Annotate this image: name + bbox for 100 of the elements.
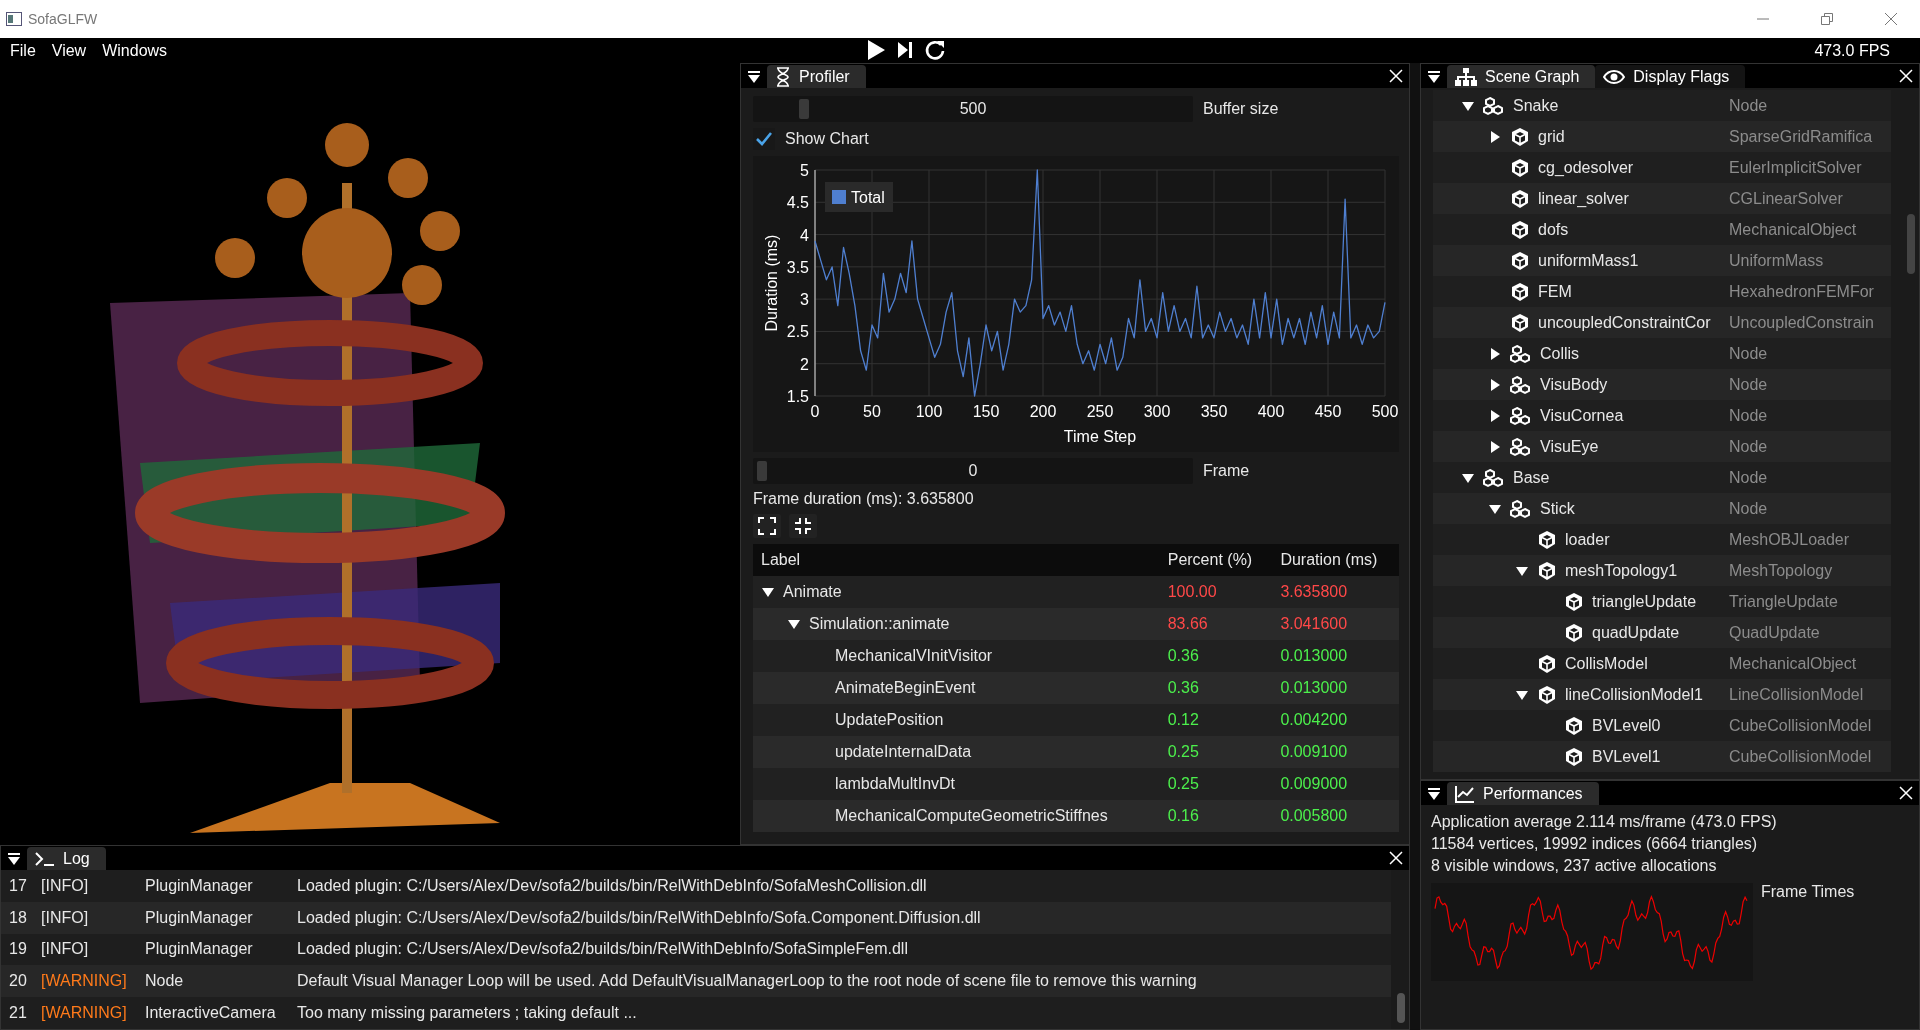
profiler-label[interactable]: Animate <box>783 583 842 601</box>
restore-icon[interactable] <box>1821 13 1833 25</box>
panel-tab[interactable]: Performances <box>1447 782 1599 805</box>
collapsed-caret-icon[interactable] <box>1488 439 1502 454</box>
log-source: PluginManager <box>145 876 254 895</box>
frame-duration: Frame duration (ms): 3.635800 <box>753 490 975 508</box>
panel-tab[interactable]: Scene Graph <box>1447 65 1596 88</box>
log-message: Loaded plugin: C:/Users/Alex/Dev/sofa2/builds/bin/RelWithDebInfo/Sofa.Component.Diffusion.dll <box>297 908 982 927</box>
node-name[interactable]: BVLevel1 <box>1592 747 1661 766</box>
profiler-label[interactable]: Simulation::animate <box>809 615 950 633</box>
node-type: EulerImplicitSolver <box>1729 158 1863 177</box>
panel-tab[interactable]: Profiler <box>767 65 866 88</box>
node-name[interactable]: uncoupledConstraintCor <box>1538 313 1711 332</box>
line-number: 17 <box>9 876 28 895</box>
app-icon <box>6 12 22 26</box>
window-title: SofaGLFW <box>28 11 98 27</box>
cube-icon <box>1510 126 1530 147</box>
node-name[interactable]: VisuCornea <box>1540 406 1624 425</box>
profiler-label[interactable]: UpdatePosition <box>835 711 944 729</box>
line-chart-icon <box>1455 784 1475 803</box>
y-tick-label: 4.5 <box>786 194 809 212</box>
profiler-label[interactable]: AnimateBeginEvent <box>835 679 976 697</box>
node-type: CubeCollisionModel <box>1729 716 1873 735</box>
node-name[interactable]: VisuBody <box>1540 375 1608 394</box>
menu-item[interactable]: Windows <box>92 41 174 60</box>
cubes-icon <box>1510 374 1532 395</box>
scrollbar[interactable] <box>1907 214 1915 274</box>
node-type: MechanicalObject <box>1729 220 1858 239</box>
profiler-label[interactable]: updateInternalData <box>835 743 972 761</box>
node-type: Node <box>1729 406 1769 425</box>
cube-icon <box>1564 591 1584 612</box>
node-name[interactable]: VisuEye <box>1540 437 1599 456</box>
checkbox-label: Show Chart <box>785 130 869 148</box>
expand-all-button[interactable] <box>753 514 781 538</box>
node-type: Node <box>1729 96 1769 115</box>
plot-label: Frame Times <box>1761 883 1855 902</box>
collapse-all-button[interactable] <box>789 514 817 538</box>
play-icon[interactable] <box>866 39 886 61</box>
percent-cell: 0.12 <box>1159 704 1273 736</box>
panel-menu-icon[interactable] <box>7 852 21 866</box>
expanded-caret-icon[interactable] <box>761 585 775 599</box>
y-tick-label: 1.5 <box>786 388 809 405</box>
node-name[interactable]: lineCollisionModel1 <box>1565 685 1703 704</box>
percent-cell: 0.36 <box>1159 640 1273 672</box>
percent-cell: 0.36 <box>1159 672 1273 704</box>
node-name[interactable]: cg_odesolver <box>1538 158 1634 177</box>
stats-text: 11584 vertices, 19992 indices (6664 triangles) <box>1431 835 1758 852</box>
collapsed-caret-icon[interactable] <box>1488 408 1502 423</box>
x-tick-label: 250 <box>1086 403 1114 420</box>
slider-thumb[interactable] <box>757 461 767 481</box>
x-tick-label: 100 <box>915 403 943 420</box>
panel-menu-icon[interactable] <box>1427 787 1441 801</box>
line-number: 19 <box>9 940 28 959</box>
slider-label: Buffer size <box>1203 100 1279 118</box>
node-name[interactable]: grid <box>1538 127 1565 146</box>
slider[interactable]: 500 <box>753 96 1193 122</box>
node-name[interactable]: Snake <box>1513 96 1559 115</box>
node-type: LineCollisionModel <box>1729 685 1865 704</box>
panel-menu-icon[interactable] <box>1427 70 1441 84</box>
node-name[interactable]: linear_solver <box>1538 189 1629 208</box>
menu-item[interactable]: File <box>0 41 42 60</box>
node-type: Node <box>1729 344 1769 363</box>
slider-value: 500 <box>959 100 987 118</box>
scrollbar[interactable] <box>1397 993 1405 1023</box>
cube-icon <box>1510 157 1530 178</box>
node-name[interactable]: loader <box>1565 530 1610 549</box>
collapsed-caret-icon[interactable] <box>1488 346 1502 361</box>
slider[interactable]: 0 <box>753 458 1193 484</box>
x-tick-label: 0 <box>810 403 820 420</box>
node-type: SparseGridRamifica <box>1729 127 1874 146</box>
slider-thumb[interactable] <box>799 99 809 119</box>
cube-icon <box>1510 312 1530 333</box>
node-name[interactable]: uniformMass1 <box>1538 251 1639 270</box>
node-name[interactable]: FEM <box>1538 282 1572 301</box>
node-name[interactable]: meshTopology1 <box>1565 561 1678 580</box>
cube-icon <box>1537 684 1557 705</box>
node-name[interactable]: Collis <box>1540 344 1580 363</box>
collapsed-caret-icon[interactable] <box>1488 129 1502 144</box>
node-name[interactable]: dofs <box>1538 220 1569 239</box>
node-name[interactable]: quadUpdate <box>1592 623 1680 642</box>
percent-cell: 0.25 <box>1159 736 1273 768</box>
node-name[interactable]: CollisModel <box>1565 654 1648 673</box>
step-icon[interactable] <box>896 39 914 61</box>
menu-item[interactable]: View <box>41 41 93 60</box>
panel-tab[interactable]: Log <box>27 847 106 870</box>
panel-tab[interactable]: Display Flags <box>1595 65 1746 88</box>
node-name[interactable]: BVLevel0 <box>1592 716 1661 735</box>
log-level: [WARNING] <box>41 972 128 991</box>
eye-icon <box>1603 68 1626 85</box>
column-header: Percent (%) <box>1159 544 1273 576</box>
profiler-label[interactable]: lambdaMultInvDt <box>835 775 956 793</box>
collapsed-caret-icon[interactable] <box>1488 377 1502 392</box>
reload-icon[interactable] <box>924 39 946 61</box>
node-name[interactable]: Base <box>1513 468 1550 487</box>
panel-menu-icon[interactable] <box>747 70 761 84</box>
node-name[interactable]: triangleUpdate <box>1592 592 1697 611</box>
expanded-caret-icon[interactable] <box>787 617 801 631</box>
node-name[interactable]: Stick <box>1540 499 1575 518</box>
log-level: [INFO] <box>41 908 90 927</box>
x-tick-label: 350 <box>1200 403 1228 420</box>
